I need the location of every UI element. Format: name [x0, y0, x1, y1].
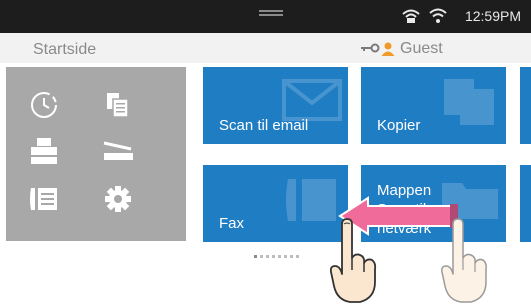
- page-indicator: [254, 255, 299, 258]
- wifi-icon: [429, 8, 447, 23]
- page-title: Startside: [33, 41, 97, 58]
- tile-scan-to-email[interactable]: Scan til email: [203, 67, 348, 144]
- hand-pointer-icon: [329, 218, 377, 303]
- network-icon: [402, 9, 420, 23]
- tile-partial[interactable]: [520, 67, 531, 144]
- tile-label: Fax: [219, 215, 245, 232]
- documents-icon: [444, 79, 494, 125]
- tile-label: Kopier: [377, 117, 421, 134]
- status-bar: 12:59PM: [0, 0, 531, 33]
- header: Startside Guest: [0, 33, 531, 63]
- tile-copy[interactable]: Kopier: [361, 67, 506, 144]
- tile-label: Scan til email: [219, 117, 309, 134]
- printer-icon[interactable]: [24, 131, 64, 171]
- key-user-icon: [361, 42, 395, 56]
- fax-phone-icon[interactable]: [24, 179, 64, 219]
- tile-partial[interactable]: [520, 165, 531, 242]
- settings-gear-icon[interactable]: [98, 179, 138, 219]
- scanner-icon[interactable]: [98, 131, 138, 171]
- pull-down-handle[interactable]: [259, 10, 283, 20]
- history-clock-icon[interactable]: [24, 85, 64, 125]
- tile-fax[interactable]: Fax: [203, 165, 348, 242]
- status-icons: 12:59PM: [401, 6, 521, 26]
- clock: 12:59PM: [464, 8, 521, 24]
- documents-icon[interactable]: [98, 85, 138, 125]
- user-name: Guest: [400, 40, 443, 57]
- hand-pointer-faded-icon: [441, 218, 487, 303]
- shortcut-panel: [6, 67, 186, 241]
- user-login-button[interactable]: Guest: [360, 40, 443, 58]
